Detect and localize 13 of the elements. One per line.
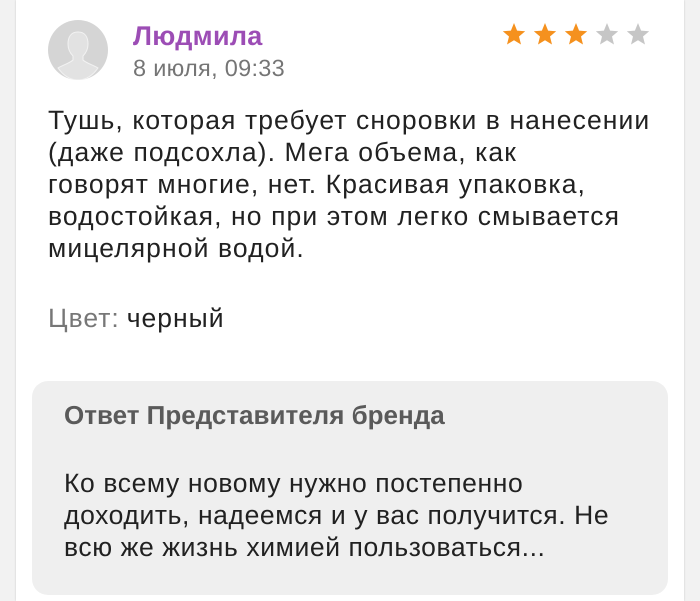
- reply-title: Ответ Представителя бренда: [64, 399, 445, 431]
- author-name: Людмила: [133, 20, 263, 52]
- attribute-value: черный: [126, 302, 225, 334]
- attribute-label: Цвет:: [48, 302, 120, 334]
- review-date: 8 июля, 09:33: [133, 54, 286, 82]
- avatar-icon: [48, 20, 108, 80]
- review-text: Тушь, которая требует сноровки в нанесении (даже подсохла). Мега объема, как говорят многие, нет. Красивая упаковка, водостойкая, но при этом легко смывается мицелярной водой.: [48, 104, 652, 264]
- reply-text: Ко всему новому нужно постепенно доходить, надеемся и у вас получится. Не всю же жизнь химией пользоваться...: [64, 467, 610, 563]
- star-icon: [533, 23, 557, 46]
- star-icon: [626, 23, 650, 46]
- star-icon: [502, 23, 526, 46]
- star-icon: [564, 23, 588, 46]
- star-icon: [595, 23, 619, 46]
